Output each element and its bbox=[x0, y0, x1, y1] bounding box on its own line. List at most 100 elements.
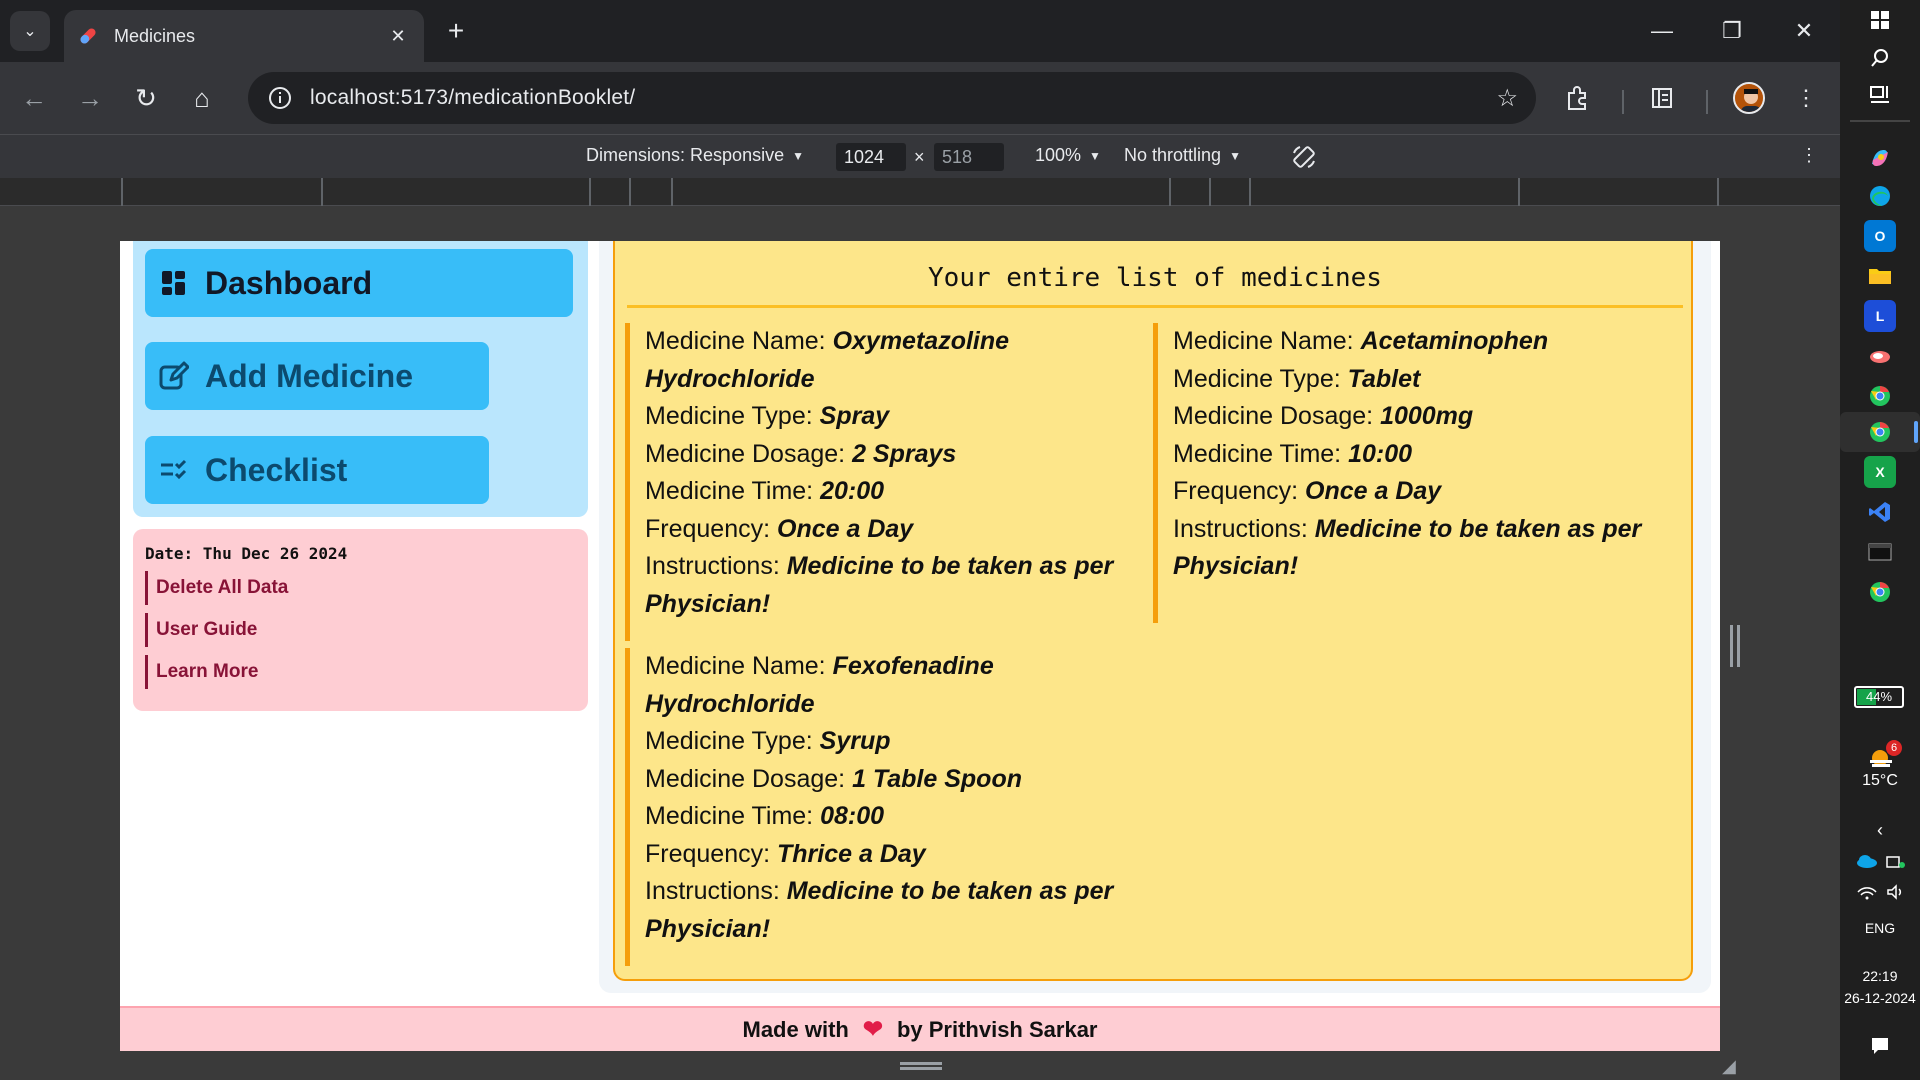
clock-date[interactable]: 26-12-2024 bbox=[1840, 990, 1920, 1006]
rotate-icon[interactable] bbox=[1290, 143, 1318, 171]
medication-booklet-page: Dashboard Add Medicine Checklist Date: T… bbox=[120, 241, 1720, 1051]
medicine-instructions-row: Instructions: Medicine to be taken as pe… bbox=[645, 873, 1135, 948]
learn-more-link[interactable]: Learn More bbox=[145, 655, 576, 689]
chrome-icon[interactable] bbox=[1864, 380, 1896, 412]
weather-temp: 15°C bbox=[1862, 772, 1898, 789]
copilot-icon[interactable] bbox=[1864, 142, 1896, 174]
address-bar[interactable]: localhost:5173/medicationBooklet/ ☆ bbox=[248, 72, 1536, 124]
chrome-profile-icon[interactable] bbox=[1864, 576, 1896, 608]
medicine-time-row: Medicine Time: 10:00 bbox=[1173, 436, 1663, 474]
zoom-dropdown[interactable]: 100% ▼ bbox=[1035, 145, 1101, 166]
tab-title: Medicines bbox=[114, 25, 196, 46]
medicine-time: 08:00 bbox=[820, 802, 885, 830]
throttling-dropdown[interactable]: No throttling ▼ bbox=[1124, 145, 1241, 166]
field-label: Frequency: bbox=[645, 514, 778, 543]
medicine-name-row: Medicine Name: Oxymetazoline Hydrochlori… bbox=[645, 323, 1135, 398]
add-medicine-label: Add Medicine bbox=[205, 357, 414, 394]
back-button[interactable]: ← bbox=[14, 78, 54, 118]
minimize-button[interactable]: — bbox=[1642, 12, 1682, 52]
search-icon[interactable] bbox=[1864, 42, 1896, 74]
volume-icon[interactable] bbox=[1886, 884, 1906, 900]
vscode-icon[interactable] bbox=[1864, 496, 1896, 528]
wifi-icon[interactable] bbox=[1856, 884, 1878, 900]
info-panel: Date: Thu Dec 26 2024 Delete All Data Us… bbox=[133, 529, 588, 711]
dimensions-label: Dimensions: Responsive bbox=[586, 145, 785, 165]
field-label: Frequency: bbox=[645, 839, 778, 868]
medicine-dosage: 1000mg bbox=[1380, 402, 1474, 430]
battery-percent: 44% bbox=[1865, 689, 1893, 704]
medicine-dosage-row: Medicine Dosage: 1000mg bbox=[1173, 398, 1663, 436]
reading-list-icon[interactable] bbox=[1644, 80, 1680, 116]
chevron-down-icon: ⌄ bbox=[23, 23, 37, 40]
medicine-dosage-row: Medicine Dosage: 1 Table Spoon bbox=[645, 761, 1135, 799]
height-input[interactable]: 518 bbox=[934, 143, 1004, 171]
forward-button[interactable]: → bbox=[70, 78, 110, 118]
device-icon[interactable] bbox=[1886, 854, 1906, 870]
language-indicator[interactable]: ENG bbox=[1840, 920, 1920, 936]
checklist-label: Checklist bbox=[205, 451, 348, 488]
reload-button[interactable]: ↻ bbox=[126, 78, 166, 118]
app-l-icon[interactable]: L bbox=[1864, 300, 1896, 332]
medicine-frequency: Once a Day bbox=[1305, 477, 1442, 505]
url-host: localhost bbox=[310, 86, 395, 109]
task-view-icon[interactable] bbox=[1864, 78, 1896, 110]
medicine-frequency-row: Frequency: Thrice a Day bbox=[645, 836, 1135, 874]
terminal-icon[interactable] bbox=[1864, 536, 1896, 568]
file-explorer-icon[interactable] bbox=[1864, 260, 1896, 292]
viewport-resize-corner-icon[interactable]: ◢ bbox=[1722, 1056, 1742, 1076]
restore-button[interactable]: ❐ bbox=[1712, 12, 1752, 52]
clock-time[interactable]: 22:19 bbox=[1840, 968, 1920, 984]
site-info-icon[interactable] bbox=[266, 84, 294, 112]
medicine-list-title: Your entire list of medicines bbox=[627, 263, 1683, 308]
viewport-resize-handle-bottom[interactable] bbox=[900, 1062, 942, 1070]
windows-taskbar: O L X 44% 6 15°C ‹ ENG 22:19 26-12-2024 bbox=[1840, 0, 1920, 1080]
dashboard-button[interactable]: Dashboard bbox=[145, 249, 573, 317]
windows-start-icon[interactable] bbox=[1864, 4, 1896, 36]
home-button[interactable]: ⌂ bbox=[182, 78, 222, 118]
caret-down-icon: ▼ bbox=[1229, 148, 1241, 163]
browser-tab[interactable]: Medicines ✕ bbox=[64, 10, 424, 62]
footer-prefix: Made with bbox=[742, 1016, 849, 1042]
user-guide-link[interactable]: User Guide bbox=[145, 613, 576, 647]
field-label: Medicine Name: bbox=[1173, 327, 1361, 355]
bookmark-star-icon[interactable]: ☆ bbox=[1496, 84, 1518, 113]
medicine-frequency: Once a Day bbox=[777, 514, 914, 543]
tab-search-button[interactable]: ⌄ bbox=[10, 11, 50, 51]
medicine-frequency-row: Frequency: Once a Day bbox=[1173, 473, 1663, 511]
medicine-frequency-row: Frequency: Once a Day bbox=[645, 511, 1135, 549]
onedrive-icon[interactable] bbox=[1856, 854, 1878, 868]
add-medicine-button[interactable]: Add Medicine bbox=[145, 342, 489, 410]
profile-avatar[interactable] bbox=[1733, 82, 1765, 114]
chevron-left-icon[interactable]: ‹ bbox=[1840, 820, 1920, 841]
close-window-button[interactable]: ✕ bbox=[1784, 12, 1824, 52]
medicine-time: 20:00 bbox=[820, 477, 885, 505]
width-input[interactable]: 1024 bbox=[836, 143, 906, 171]
delete-all-data-link[interactable]: Delete All Data bbox=[145, 571, 576, 605]
footer-suffix: by Prithvish Sarkar bbox=[896, 1016, 1098, 1042]
device-toolbar-menu-icon[interactable]: ⋮ bbox=[1800, 145, 1818, 166]
new-tab-button[interactable]: + bbox=[440, 16, 472, 48]
field-label: Medicine Dosage: bbox=[645, 764, 853, 793]
notification-icon[interactable] bbox=[1864, 1030, 1896, 1062]
excel-icon[interactable]: X bbox=[1864, 456, 1896, 488]
kebab-menu-icon[interactable]: ⋮ bbox=[1788, 80, 1824, 116]
viewport-resize-handle-right[interactable] bbox=[1730, 625, 1740, 667]
battery-indicator[interactable]: 44% bbox=[1854, 686, 1904, 708]
url-path: :5173/medicationBooklet/ bbox=[394, 86, 636, 109]
medicine-name-row: Medicine Name: Acetaminophen bbox=[1173, 323, 1663, 361]
medicine-name: Acetaminophen bbox=[1360, 327, 1549, 355]
dimensions-dropdown[interactable]: Dimensions: Responsive ▼ bbox=[586, 145, 804, 166]
heart-icon: ❤ bbox=[862, 1016, 883, 1043]
app-cloud-icon[interactable] bbox=[1864, 340, 1896, 372]
checklist-button[interactable]: Checklist bbox=[145, 436, 489, 504]
chrome-active-icon[interactable] bbox=[1840, 412, 1920, 452]
field-label: Frequency: bbox=[1173, 477, 1306, 505]
close-tab-icon[interactable]: ✕ bbox=[386, 26, 410, 47]
page-footer: Made with ❤ by Prithvish Sarkar bbox=[120, 1006, 1720, 1051]
dashboard-icon bbox=[159, 268, 189, 298]
field-label: Medicine Time: bbox=[1173, 439, 1349, 468]
outlook-icon[interactable]: O bbox=[1864, 220, 1896, 252]
edge-icon[interactable] bbox=[1864, 180, 1896, 212]
extensions-icon[interactable] bbox=[1560, 80, 1596, 116]
toolbar-divider bbox=[1622, 90, 1624, 114]
